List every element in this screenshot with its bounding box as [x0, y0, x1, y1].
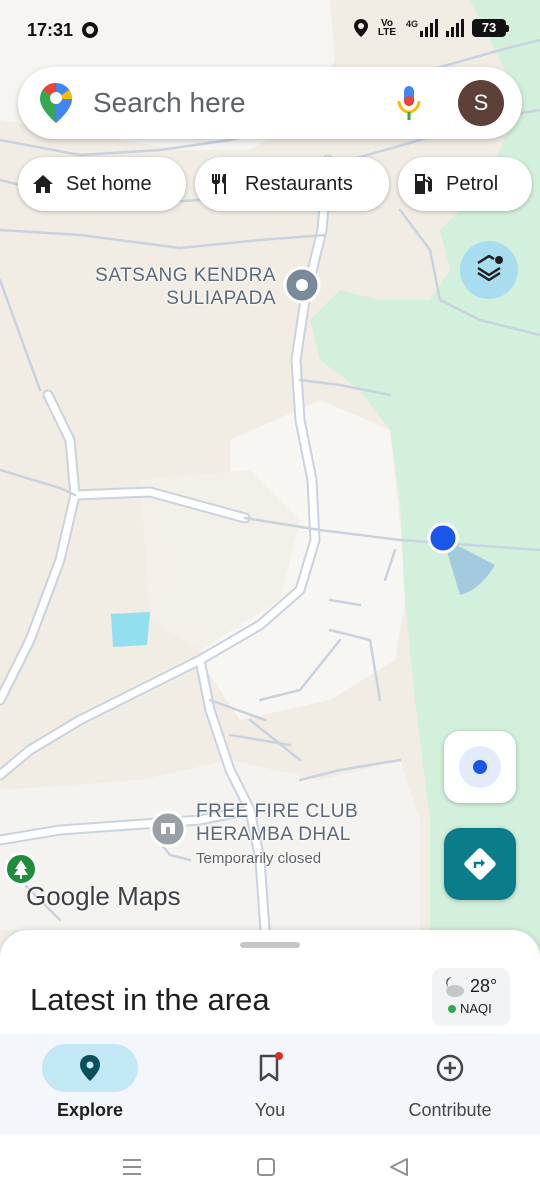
- nav-explore[interactable]: Explore: [0, 1034, 180, 1134]
- map-canvas[interactable]: SATSANG KENDRA SULIAPADA FREE FIRE CLUB …: [0, 0, 540, 960]
- explore-pin-icon: [80, 1055, 100, 1081]
- signal-4g-icon: 4G: [406, 19, 438, 37]
- microphone-icon[interactable]: [396, 85, 422, 121]
- bottom-navigation: Explore You Contribute: [0, 1034, 540, 1134]
- sheet-drag-handle[interactable]: [240, 942, 300, 948]
- weather-chip[interactable]: 28° NAQI: [432, 968, 510, 1026]
- location-icon: [353, 19, 368, 37]
- chip-restaurants[interactable]: Restaurants: [195, 157, 389, 211]
- weather-aqi: NAQI: [460, 1001, 492, 1016]
- weather-temp: 28°: [470, 976, 498, 996]
- account-avatar[interactable]: S: [458, 80, 504, 126]
- status-time: 17:31: [27, 20, 74, 40]
- current-location-dot: [427, 522, 459, 554]
- call-indicator-icon: [82, 22, 98, 38]
- home-icon: [33, 175, 53, 193]
- signal-icon: [446, 19, 464, 37]
- google-maps-logo: Google Maps: [26, 881, 181, 911]
- my-location-button[interactable]: [444, 731, 516, 803]
- chip-set-home[interactable]: Set home: [18, 157, 186, 211]
- place-label-satsang[interactable]: SATSANG KENDRA SULIAPADA: [92, 264, 276, 310]
- place-pin-satsang[interactable]: [283, 266, 321, 304]
- add-circle-icon: [436, 1054, 464, 1082]
- search-input[interactable]: Search here: [93, 87, 246, 119]
- night-cloud-icon: [446, 977, 464, 997]
- chip-label: Restaurants: [245, 172, 353, 195]
- system-navigation-bar: [0, 1134, 540, 1200]
- layers-icon: [477, 254, 503, 282]
- bottom-sheet[interactable]: Latest in the area 28° NAQI: [0, 930, 540, 1040]
- nav-you[interactable]: You: [180, 1034, 360, 1134]
- status-bar: 17:31 Vo LTE 4G 73: [0, 0, 540, 62]
- layers-button[interactable]: [460, 241, 518, 299]
- chip-label: Petrol: [446, 172, 499, 195]
- place-status: Temporarily closed: [196, 850, 322, 867]
- search-bar[interactable]: Search here S: [18, 67, 522, 139]
- chip-petrol[interactable]: Petrol: [398, 157, 532, 211]
- sheet-title: Latest in the area: [30, 982, 270, 1017]
- directions-icon: [464, 848, 496, 880]
- chip-label: Set home: [66, 172, 152, 195]
- gas-station-icon: [415, 174, 432, 194]
- directions-button[interactable]: [444, 828, 516, 900]
- battery-icon: 73: [472, 19, 509, 37]
- google-maps-pin-icon: [40, 83, 72, 123]
- back-icon[interactable]: [390, 1158, 408, 1176]
- bookmark-icon: [259, 1052, 283, 1082]
- home-button-icon[interactable]: [257, 1158, 275, 1176]
- restaurant-icon: [212, 174, 226, 194]
- nav-contribute[interactable]: Contribute: [360, 1034, 540, 1134]
- recents-icon[interactable]: [123, 1159, 141, 1175]
- place-pin-free-fire-club[interactable]: [149, 810, 187, 848]
- aqi-status-dot: [448, 1005, 456, 1013]
- volte-label: Vo LTE: [377, 18, 397, 38]
- place-label-free-fire-club[interactable]: FREE FIRE CLUB HERAMBA DHAL: [196, 800, 358, 846]
